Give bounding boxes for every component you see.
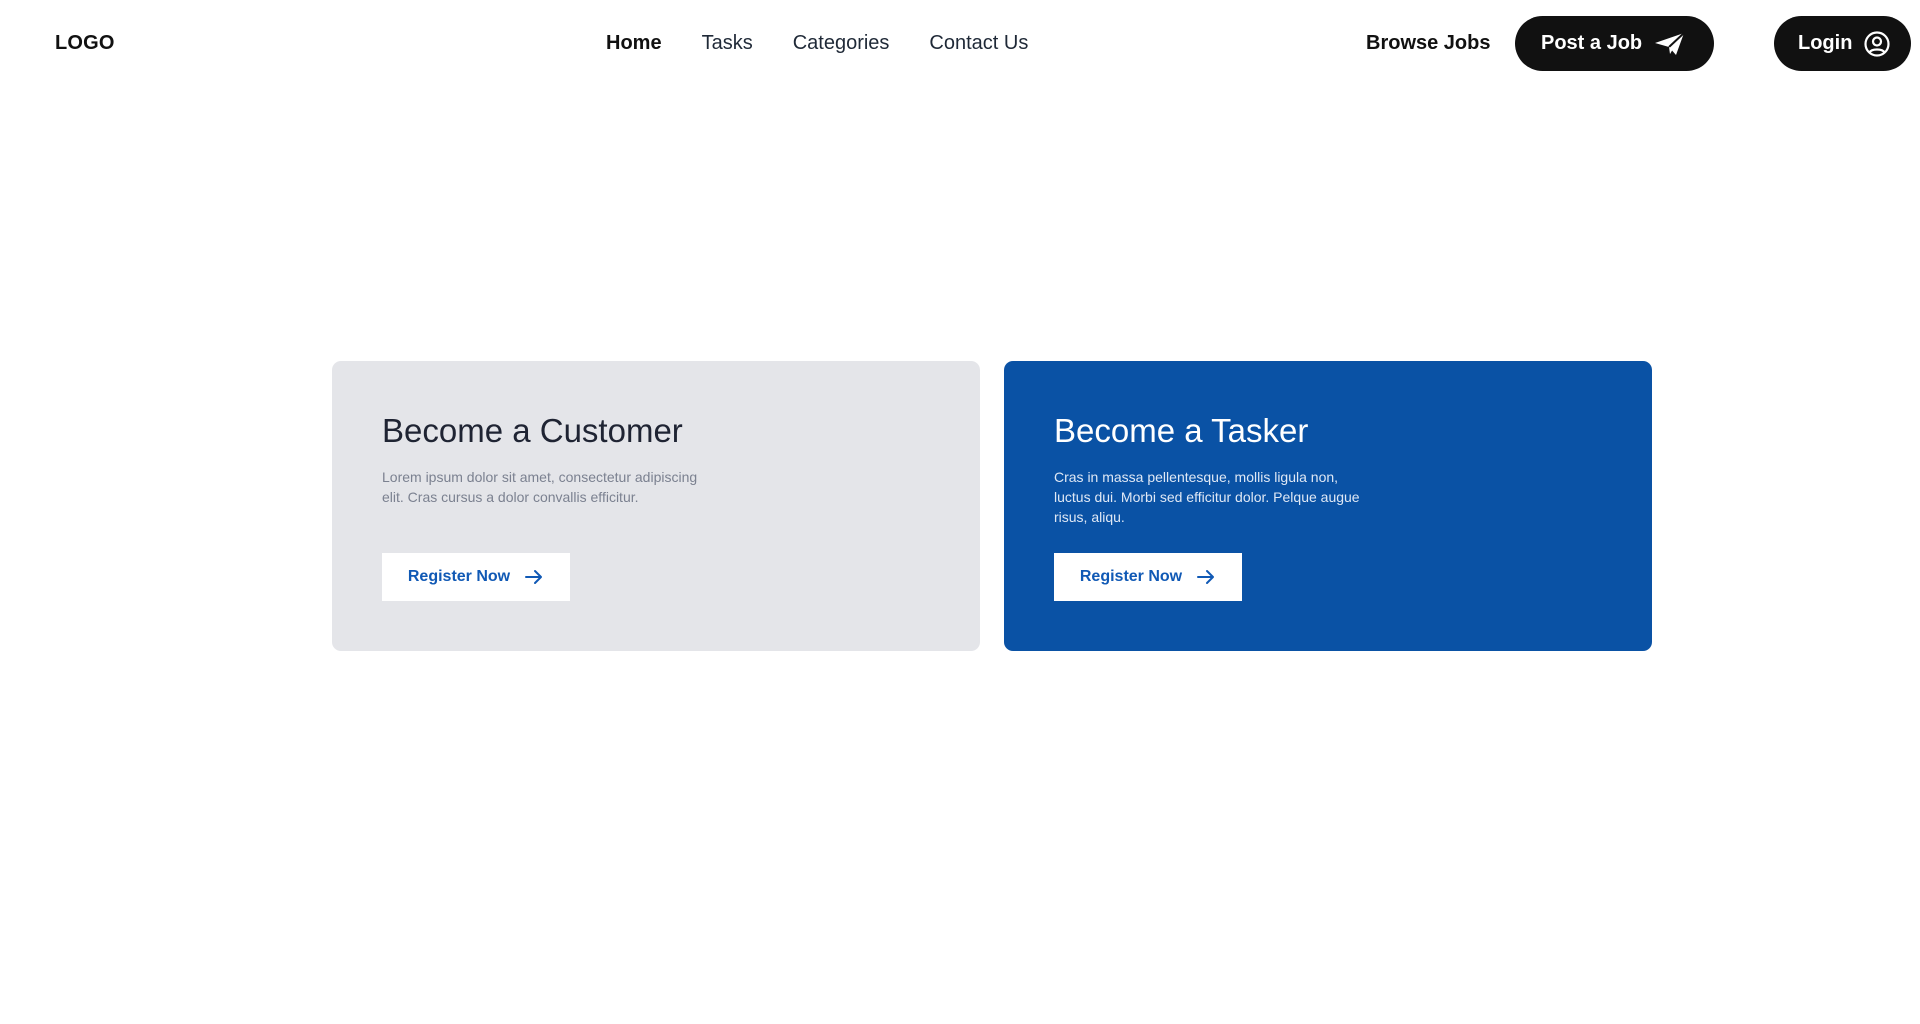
post-job-label: Post a Job bbox=[1541, 32, 1643, 54]
paper-plane-icon bbox=[1654, 31, 1686, 56]
customer-register-button[interactable]: Register Now bbox=[382, 553, 570, 601]
user-circle-icon bbox=[1864, 30, 1891, 57]
customer-register-label: Register Now bbox=[407, 568, 511, 585]
nav-home[interactable]: Home bbox=[606, 32, 662, 55]
login-button[interactable]: Login bbox=[1774, 16, 1911, 71]
nav-categories[interactable]: Categories bbox=[793, 32, 890, 55]
login-label: Login bbox=[1798, 32, 1853, 54]
customer-card-description: Lorem ipsum dolor sit amet, consectetur … bbox=[382, 468, 698, 505]
nav-contact-us[interactable]: Contact Us bbox=[929, 32, 1028, 55]
arrow-right-icon bbox=[524, 569, 544, 585]
browse-jobs-link[interactable]: Browse Jobs bbox=[1366, 32, 1490, 55]
tasker-register-label: Register Now bbox=[1079, 568, 1183, 585]
become-tasker-card: Become a Tasker Cras in massa pellentesq… bbox=[1004, 361, 1652, 651]
tasker-card-title: Become a Tasker bbox=[1054, 412, 1309, 449]
customer-card-title: Become a Customer bbox=[382, 412, 683, 449]
become-customer-card: Become a Customer Lorem ipsum dolor sit … bbox=[332, 361, 980, 651]
tasker-register-button[interactable]: Register Now bbox=[1054, 553, 1242, 601]
logo[interactable]: LOGO bbox=[55, 32, 115, 55]
page: LOGO Home Tasks Categories Contact Us Br… bbox=[0, 0, 1920, 1024]
main-nav: Home Tasks Categories Contact Us bbox=[606, 32, 1028, 55]
arrow-right-icon bbox=[1196, 569, 1216, 585]
tasker-card-description: Cras in massa pellentesque, mollis ligul… bbox=[1054, 468, 1360, 525]
nav-tasks[interactable]: Tasks bbox=[702, 32, 753, 55]
site-header: LOGO Home Tasks Categories Contact Us Br… bbox=[0, 0, 1920, 90]
post-job-button[interactable]: Post a Job bbox=[1515, 16, 1714, 71]
